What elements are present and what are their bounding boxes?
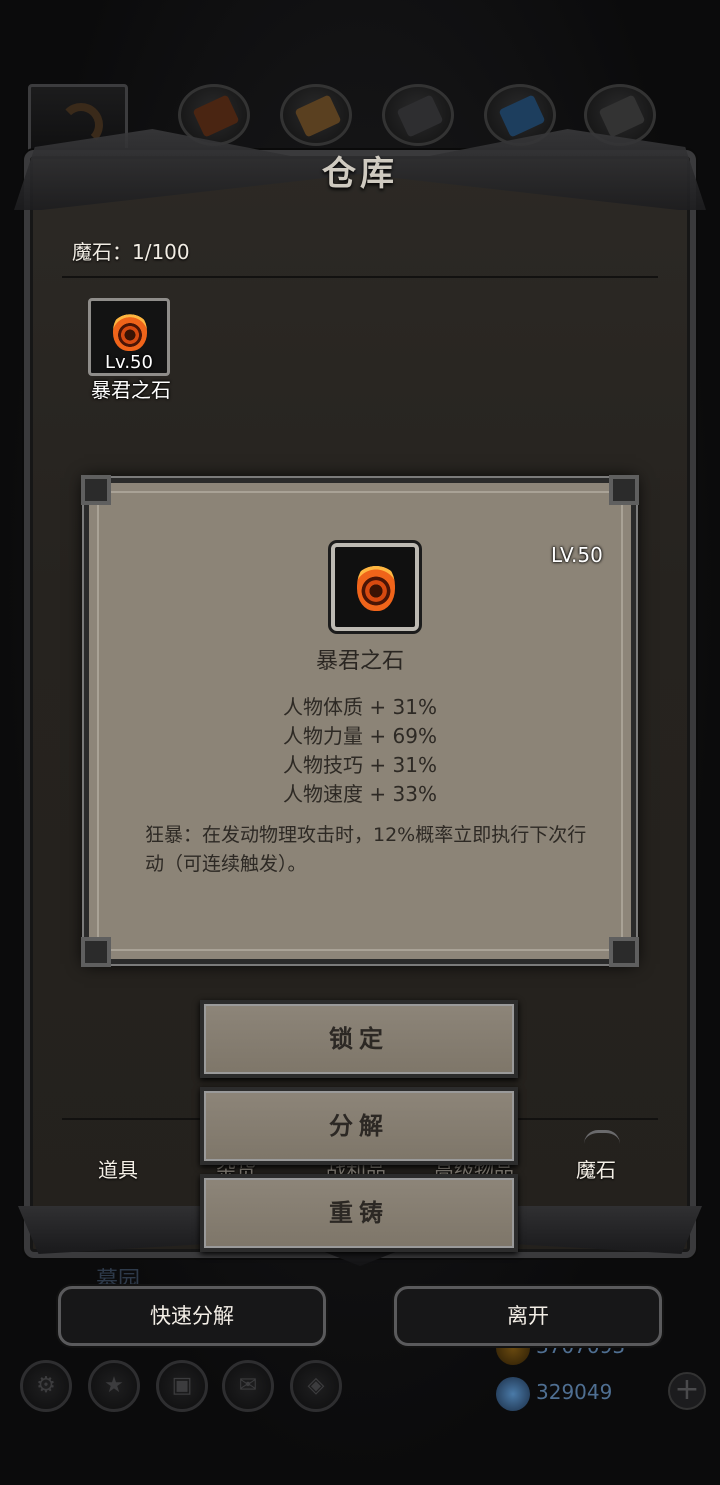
add-currency-button[interactable]: + bbox=[668, 1372, 706, 1410]
fire-character-icon bbox=[192, 94, 240, 138]
settings-gear-icon[interactable]: ⚙ bbox=[20, 1360, 72, 1412]
gem-icon bbox=[496, 1376, 530, 1411]
star-icon[interactable]: ★ bbox=[88, 1360, 140, 1412]
item-description: 狂暴：在发动物理攻击时，12%概率立即执行下次行动（可连续触发）。 bbox=[145, 824, 587, 875]
item-name: 暴君之石 bbox=[315, 649, 404, 674]
leave-button[interactable]: 离开 bbox=[394, 1286, 662, 1346]
item-detail-popup: LV.50 暴君之石 人物体质 + 31% 人物力量 + 69% 人物技巧 + … bbox=[81, 475, 639, 967]
tab-magic-stones[interactable]: 魔石 bbox=[576, 1154, 616, 1183]
frame-corner bbox=[609, 937, 639, 967]
stat-line: 人物技巧 + 31% bbox=[283, 753, 437, 777]
gem-amount: 329049 bbox=[536, 1380, 613, 1404]
flame-stone-icon bbox=[113, 311, 147, 351]
bottom-menu-icons: ⚙ ★ ▣ ✉ ◈ bbox=[20, 1360, 350, 1414]
frame-corner bbox=[81, 475, 111, 505]
character-portrait-2[interactable] bbox=[280, 84, 352, 146]
lock-button[interactable]: 锁定 bbox=[200, 1000, 518, 1078]
stat-line: 人物力量 + 69% bbox=[283, 724, 437, 748]
stat-line: 人物速度 + 33% bbox=[283, 782, 437, 806]
armor-character-icon bbox=[396, 94, 444, 138]
item-stats: 人物体质 + 31% 人物力量 + 69% 人物技巧 + 31% 人物速度 + … bbox=[99, 693, 621, 809]
frame-corner bbox=[81, 937, 111, 967]
item-level: LV.50 bbox=[551, 543, 603, 567]
mail-icon[interactable]: ✉ bbox=[222, 1360, 274, 1412]
dark-character-icon bbox=[598, 94, 646, 138]
decompose-button[interactable]: 分解 bbox=[200, 1087, 518, 1165]
quick-decompose-button[interactable]: 快速分解 bbox=[58, 1286, 326, 1346]
divider bbox=[62, 276, 658, 278]
tab-items[interactable]: 道具 bbox=[98, 1154, 138, 1183]
character-portrait-3[interactable] bbox=[382, 84, 454, 146]
active-tab-marker bbox=[584, 1130, 620, 1144]
slot-level: Lv.50 bbox=[105, 352, 153, 373]
item-icon-frame bbox=[331, 543, 419, 631]
shield-character-icon bbox=[294, 94, 342, 138]
gem-counter: 329049 bbox=[496, 1374, 613, 1411]
panel-title: 仓库 bbox=[322, 154, 398, 194]
flame-stone-icon bbox=[357, 561, 395, 611]
popup-inner: LV.50 暴君之石 人物体质 + 31% 人物力量 + 69% 人物技巧 + … bbox=[97, 491, 623, 951]
stone-count-label: 魔石：1/100 bbox=[72, 240, 190, 264]
frame-corner bbox=[609, 475, 639, 505]
ice-character-icon bbox=[498, 94, 546, 138]
reforge-button[interactable]: 重铸 bbox=[200, 1174, 518, 1252]
shield-icon[interactable]: ◈ bbox=[290, 1360, 342, 1412]
notice-icon[interactable]: ▣ bbox=[156, 1360, 208, 1412]
stat-line: 人物体质 + 31% bbox=[283, 695, 437, 719]
inventory-slot[interactable]: Lv.50 bbox=[88, 298, 170, 376]
slot-item-name: 暴君之石 bbox=[91, 378, 171, 402]
